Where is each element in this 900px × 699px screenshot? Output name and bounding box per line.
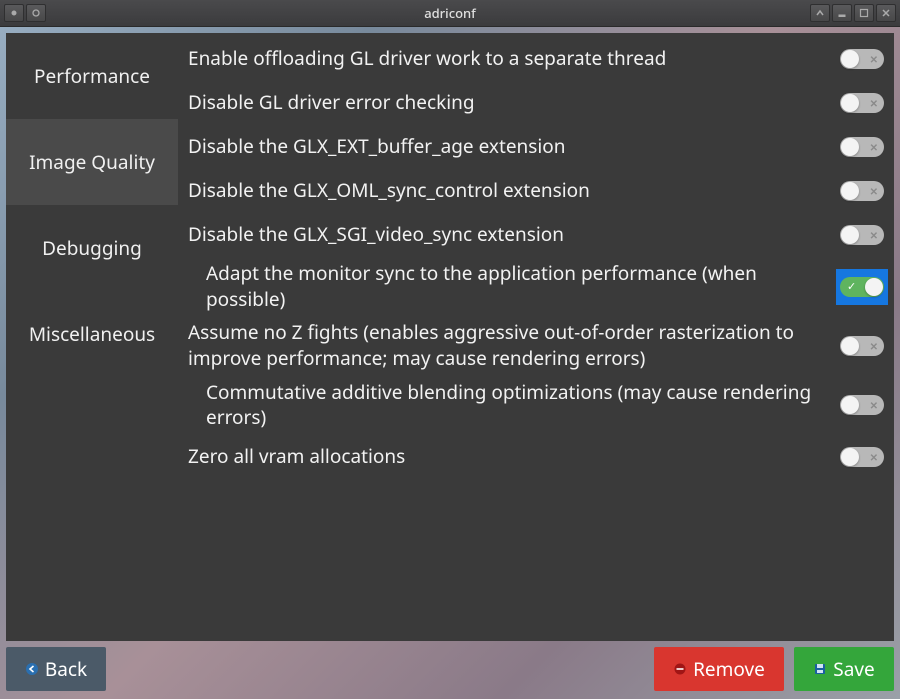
x-icon: ✕ — [870, 52, 878, 66]
toggle-knob — [841, 337, 859, 355]
window-titlebar: adriconf — [0, 0, 900, 27]
x-icon: ✕ — [870, 140, 878, 154]
minimize-icon — [837, 8, 847, 18]
sidebar-item-label: Miscellaneous — [29, 321, 155, 347]
option-row: Adapt the monitor sync to the applicatio… — [178, 257, 894, 316]
toggle-knob — [865, 278, 883, 296]
menu-dot-icon — [9, 8, 19, 18]
minus-disc-icon — [673, 662, 687, 676]
x-icon: ✕ — [870, 450, 878, 464]
option-row: Commutative additive blending optimizati… — [178, 376, 894, 435]
toggle-knob — [841, 138, 859, 156]
option-row: Disable GL driver error checking ✕ — [178, 81, 894, 125]
toggle-container: ✕ — [836, 217, 888, 253]
option-label: Enable offloading GL driver work to a se… — [188, 46, 836, 72]
option-toggle[interactable]: ✕ — [840, 181, 884, 201]
sidebar-item-miscellaneous[interactable]: Miscellaneous — [6, 291, 178, 377]
floppy-icon — [813, 662, 827, 676]
remove-button-label: Remove — [693, 656, 765, 682]
x-icon: ✕ — [870, 228, 878, 242]
toggle-container: ✕ — [836, 387, 888, 423]
option-label: Disable the GLX_SGI_video_sync extension — [188, 222, 836, 248]
option-toggle[interactable]: ✕ — [840, 225, 884, 245]
option-label: Disable the GLX_OML_sync_control extensi… — [188, 178, 836, 204]
option-label: Assume no Z fights (enables aggressive o… — [188, 320, 836, 371]
toggle-container: ✓ — [836, 269, 888, 305]
toggle-container: ✕ — [836, 328, 888, 364]
toggle-container: ✕ — [836, 129, 888, 165]
option-label: Disable GL driver error checking — [188, 90, 836, 116]
category-sidebar: Performance Image Quality Debugging Misc… — [6, 33, 178, 641]
toggle-container: ✕ — [836, 41, 888, 77]
toggle-knob — [841, 94, 859, 112]
footer-bar: Back Remove Save — [6, 647, 894, 691]
option-row: Assume no Z fights (enables aggressive o… — [178, 316, 894, 375]
window-minimize-button[interactable] — [832, 4, 852, 22]
toggle-container: ✕ — [836, 85, 888, 121]
option-label: Disable the GLX_EXT_buffer_age extension — [188, 134, 836, 160]
option-label: Zero all vram allocations — [188, 444, 836, 470]
window-ontop-button[interactable] — [810, 4, 830, 22]
toggle-knob — [841, 182, 859, 200]
circle-icon — [31, 8, 41, 18]
option-row: Disable the GLX_OML_sync_control extensi… — [178, 169, 894, 213]
toggle-knob — [841, 50, 859, 68]
window-body: Performance Image Quality Debugging Misc… — [0, 27, 900, 699]
window-maximize-button[interactable] — [854, 4, 874, 22]
toggle-knob — [841, 448, 859, 466]
back-button[interactable]: Back — [6, 647, 106, 691]
option-row: Disable the GLX_SGI_video_sync extension… — [178, 213, 894, 257]
option-toggle[interactable]: ✕ — [840, 137, 884, 157]
window-title: adriconf — [0, 4, 900, 22]
option-label: Commutative additive blending optimizati… — [206, 380, 836, 431]
option-toggle[interactable]: ✕ — [840, 93, 884, 113]
option-toggle[interactable]: ✕ — [840, 395, 884, 415]
save-button-label: Save — [833, 656, 874, 682]
toggle-container: ✕ — [836, 173, 888, 209]
window-menu-button[interactable] — [4, 4, 24, 22]
option-toggle[interactable]: ✕ — [840, 49, 884, 69]
toggle-container: ✕ — [836, 439, 888, 475]
sidebar-item-label: Image Quality — [29, 149, 155, 175]
chevron-up-icon — [815, 8, 825, 18]
option-row: Disable the GLX_EXT_buffer_age extension… — [178, 125, 894, 169]
window-close-button[interactable] — [876, 4, 896, 22]
option-row: Enable offloading GL driver work to a se… — [178, 37, 894, 81]
window-pin-button[interactable] — [26, 4, 46, 22]
sidebar-item-image-quality[interactable]: Image Quality — [6, 119, 178, 205]
sidebar-item-performance[interactable]: Performance — [6, 33, 178, 119]
back-button-label: Back — [45, 656, 87, 682]
sidebar-item-label: Debugging — [42, 235, 142, 261]
toggle-knob — [841, 226, 859, 244]
x-icon: ✕ — [870, 339, 878, 353]
main-content: Performance Image Quality Debugging Misc… — [6, 33, 894, 641]
x-icon: ✕ — [870, 96, 878, 110]
options-panel: Enable offloading GL driver work to a se… — [178, 33, 894, 641]
option-row: Zero all vram allocations ✕ — [178, 435, 894, 479]
option-label: Adapt the monitor sync to the applicatio… — [206, 261, 836, 312]
toggle-knob — [841, 396, 859, 414]
option-toggle[interactable]: ✓ — [840, 277, 884, 297]
option-toggle[interactable]: ✕ — [840, 336, 884, 356]
x-icon: ✕ — [870, 184, 878, 198]
close-icon — [881, 8, 891, 18]
check-icon: ✓ — [847, 278, 856, 293]
remove-button[interactable]: Remove — [654, 647, 784, 691]
option-toggle[interactable]: ✕ — [840, 447, 884, 467]
maximize-icon — [859, 8, 869, 18]
save-button[interactable]: Save — [794, 647, 894, 691]
sidebar-item-label: Performance — [34, 63, 150, 89]
x-icon: ✕ — [870, 398, 878, 412]
sidebar-item-debugging[interactable]: Debugging — [6, 205, 178, 291]
back-arrow-icon — [25, 662, 39, 676]
